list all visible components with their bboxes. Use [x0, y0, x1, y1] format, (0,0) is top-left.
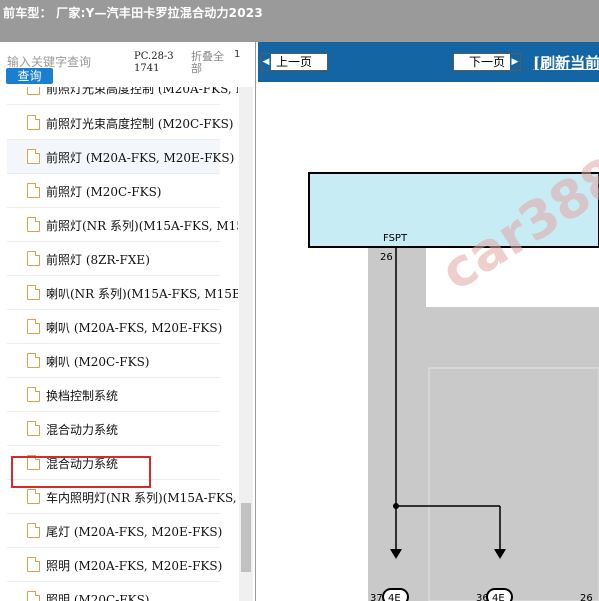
tree-item-label: 前照灯 (M20C-FKS): [46, 185, 162, 199]
tree-item-label: 照明 (M20A-FKS, M20E-FKS): [46, 559, 223, 573]
tree-item-label: 前照灯光束高度控制 (M20A-FKS, M20E-FKS): [46, 87, 238, 96]
document-icon: [27, 353, 40, 368]
prev-page-label: 上一页: [275, 55, 312, 69]
tree-item-label: 前照灯(NR 系列)(M15A-FKS, M15: [46, 219, 238, 233]
tree-item[interactable]: 混合动力系统: [7, 412, 220, 446]
tree-item[interactable]: 喇叭(NR 系列)(M15A-FKS, M15B-: [7, 276, 238, 310]
document-icon: [27, 115, 40, 130]
document-icon: [27, 523, 40, 538]
fold-all-button[interactable]: 折叠全部: [191, 51, 227, 75]
tree-item[interactable]: 前照灯光束高度控制 (M20C-FKS): [7, 106, 233, 140]
pin-label: 36: [476, 593, 489, 601]
document-icon: [27, 285, 40, 300]
document-icon: [27, 251, 40, 266]
tree-item-label: 喇叭 (M20A-FKS, M20E-FKS): [46, 321, 223, 335]
tree-item[interactable]: 照明 (M20C-FKS): [7, 582, 220, 601]
arrow-right-icon: ▶: [510, 54, 520, 70]
tree-item[interactable]: 尾灯 (M20A-FKS, M20E-FKS): [7, 514, 223, 548]
window-title: 前车型： 厂家:Y—汽丰田卡罗拉混合动力2023: [3, 6, 263, 20]
document-icon: [27, 387, 40, 402]
tree-item-label: 前照灯 (8ZR-FXE): [46, 253, 150, 267]
tree-item-label: 尾灯 (M20A-FKS, M20E-FKS): [46, 525, 223, 539]
document-icon: [27, 217, 40, 232]
component-label: FSPT: [383, 233, 408, 244]
tree-item-label: 前照灯 (M20A-FKS, M20E-FKS): [46, 151, 235, 165]
document-icon: [27, 149, 40, 164]
tree-item-label: 车内照明灯(NR 系列)(M15A-FKS,: [46, 491, 237, 505]
tree-item[interactable]: 喇叭 (M20A-FKS, M20E-FKS): [7, 310, 223, 344]
tree-item[interactable]: 喇叭 (M20C-FKS): [7, 344, 220, 378]
pin-label: 37: [370, 593, 383, 601]
document-icon: [27, 421, 40, 436]
refresh-link[interactable]: [刷新当前: [533, 52, 599, 73]
tree-item[interactable]: 前照灯(NR 系列)(M15A-FKS, M15: [7, 208, 238, 242]
tree-item[interactable]: 照明 (M20A-FKS, M20E-FKS): [7, 548, 223, 582]
tree-item[interactable]: 前照灯 (M20C-FKS): [7, 174, 220, 208]
tree-item-label: 混合动力系统: [46, 423, 119, 437]
splice-point: [393, 503, 399, 509]
tree-item[interactable]: 换档控制系统: [7, 378, 220, 412]
scrollbar[interactable]: [239, 87, 253, 601]
corner-text: 1: [234, 49, 241, 60]
tree-item-label: 喇叭(NR 系列)(M15A-FKS, M15B-: [46, 287, 238, 301]
scrollbar-thumb[interactable]: [241, 503, 251, 572]
document-icon: [27, 87, 40, 95]
wiring-diagram: FSPT 26 37 4E 36 4E 26 car388.com: [258, 72, 599, 601]
connector-label: 4E: [492, 593, 505, 601]
document-icon: [27, 183, 40, 198]
pin-label: 26: [380, 252, 393, 263]
next-page-button[interactable]: 下一页 ▶: [453, 53, 521, 71]
app-window: 前车型： 厂家:Y—汽丰田卡罗拉混合动力2023 查询 PC.28-31741 …: [0, 0, 599, 601]
tree-item-label: 喇叭 (M20C-FKS): [46, 355, 150, 369]
arrow-left-icon: ◀: [261, 54, 271, 70]
wiring-diagram-svg: FSPT 26 37 4E 36 4E 26: [308, 172, 599, 601]
document-icon: [27, 591, 40, 601]
query-button[interactable]: 查询: [6, 68, 53, 84]
tree-item-label: 前照灯光束高度控制 (M20C-FKS): [46, 117, 234, 131]
tree-item[interactable]: 前照灯 (8ZR-FXE): [7, 242, 220, 276]
connector-label: 4E: [388, 593, 401, 601]
prev-page-button[interactable]: ◀ 上一页: [260, 53, 328, 71]
tree-item[interactable]: 前照灯光束高度控制 (M20A-FKS, M20E-FKS): [7, 87, 238, 105]
title-bar: 前车型： 厂家:Y—汽丰田卡罗拉混合动力2023: [0, 0, 599, 42]
tree-item-label: 照明 (M20C-FKS): [46, 593, 150, 601]
next-page-label: 下一页: [468, 55, 505, 69]
diagram-panel: ◀ 上一页 下一页 ▶ [刷新当前 FSPT 26 37 4E 36 4E 26…: [258, 42, 599, 601]
left-panel: 查询 PC.28-31741 折叠全部 1 前照灯光束高度控制 (M20A-FK…: [0, 42, 256, 601]
pin-label: 26: [580, 593, 593, 601]
selection-highlight-box: [11, 456, 151, 488]
page-nav-bar: ◀ 上一页 下一页 ▶ [刷新当前: [258, 42, 599, 82]
document-icon: [27, 319, 40, 334]
pc-code-label: PC.28-31741: [134, 51, 174, 74]
document-icon: [27, 557, 40, 572]
document-icon: [27, 489, 40, 504]
tree-item-label: 换档控制系统: [46, 389, 119, 403]
tree-list: 前照灯光束高度控制 (M20A-FKS, M20E-FKS) 前照灯光束高度控制…: [0, 87, 238, 601]
tree-item[interactable]: 前照灯 (M20A-FKS, M20E-FKS): [7, 140, 234, 174]
